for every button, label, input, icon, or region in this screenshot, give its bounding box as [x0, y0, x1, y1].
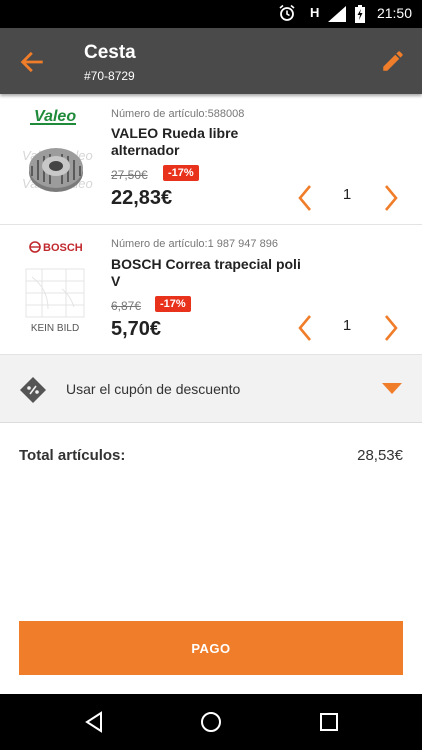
article-number: Número de artículo:1 987 947 896	[111, 238, 278, 250]
article-number: Número de artículo:588008	[111, 108, 245, 120]
discount-badge: -17%	[155, 296, 191, 312]
dropdown-caret-icon[interactable]	[382, 383, 402, 394]
product-name: BOSCH Correa trapecial poli V	[111, 256, 301, 289]
nav-recents-icon[interactable]	[317, 710, 341, 734]
status-bar: H 21:50	[0, 0, 422, 28]
old-price: 27,50€	[111, 168, 148, 182]
cart-item: Valeo Valeo Valeo Valeo Valeo Número de …	[0, 94, 422, 225]
nav-back-icon[interactable]	[83, 710, 107, 734]
quantity-value: 1	[342, 186, 352, 203]
nav-home-icon[interactable]	[199, 710, 223, 734]
old-price: 6,87€	[111, 299, 142, 313]
quantity-value: 1	[342, 317, 352, 334]
pulley-image: Valeo Valeo Valeo Valeo Valeo	[22, 108, 93, 192]
product-image: Valeo Valeo Valeo Valeo Valeo	[16, 104, 96, 200]
brand-logo: BOSCH	[43, 242, 83, 254]
system-nav-bar	[0, 694, 422, 750]
coupon-label: Usar el cupón de descuento	[66, 381, 241, 397]
price: 22,83€	[111, 187, 173, 209]
brand-logo: Valeo	[34, 108, 76, 125]
total-label: Total artículos:	[19, 447, 126, 464]
chevron-left-icon[interactable]	[295, 183, 315, 213]
clock: 21:50	[376, 5, 412, 21]
chevron-right-icon[interactable]	[381, 313, 401, 343]
total-value: 28,53€	[357, 447, 403, 464]
image-caption: KEIN BILD	[31, 323, 79, 334]
discount-badge: -17%	[163, 165, 199, 181]
battery-icon	[355, 5, 365, 23]
alarm-icon	[279, 4, 295, 21]
coupon-row[interactable]: Usar el cupón de descuento	[0, 355, 422, 423]
no-image-placeholder: BOSCH KEIN BILD	[25, 241, 85, 334]
coupon-tag-icon	[20, 377, 46, 403]
signal-icon	[328, 6, 346, 22]
price: 5,70€	[111, 318, 162, 340]
product-image: BOSCH KEIN BILD	[18, 237, 92, 337]
app-bar: Cesta #70-8729	[0, 28, 422, 94]
network-type: H	[310, 5, 320, 20]
back-arrow-icon[interactable]	[18, 48, 46, 76]
edit-pencil-icon[interactable]	[380, 48, 406, 74]
chevron-left-icon[interactable]	[295, 313, 315, 343]
product-name: VALEO Rueda libre alternador	[111, 125, 239, 158]
cart-item: BOSCH KEIN BILD Número de artículo:1 987…	[0, 225, 422, 355]
pay-button[interactable]: PAGO	[19, 621, 403, 675]
order-id: #70-8729	[84, 69, 135, 83]
chevron-right-icon[interactable]	[381, 183, 401, 213]
page-title: Cesta	[84, 42, 136, 63]
